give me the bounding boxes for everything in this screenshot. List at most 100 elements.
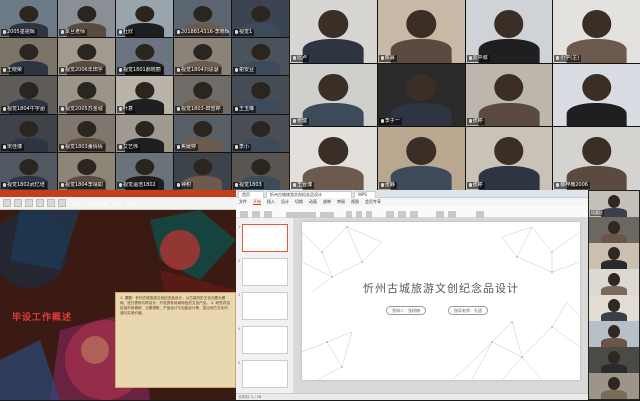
- participant-tile[interactable]: 云中城: [465, 0, 553, 63]
- person-head: [250, 82, 271, 99]
- participant-tile[interactable]: 本旦老师: [58, 0, 115, 38]
- participant-tile[interactable]: 视觉1804李靖如: [58, 152, 115, 190]
- participant-tile[interactable]: 宋佳博: [0, 114, 57, 152]
- participant-tile[interactable]: 叶意: [116, 76, 173, 114]
- main-slide[interactable]: 忻州古城旅游文创纪念品设计 答辩人：张树楠 指导老师：孔甜: [302, 222, 580, 380]
- side-participant-tile[interactable]: [589, 295, 639, 321]
- participant-tile[interactable]: 视觉2005苏金城: [58, 76, 115, 114]
- menu-item[interactable]: 开始: [253, 199, 261, 205]
- participant-tile[interactable]: 视觉1801郝晓丽: [116, 38, 173, 76]
- arrange-button[interactable]: [58, 199, 66, 207]
- participant-tile[interactable]: 2005墨铭辉: [0, 0, 57, 38]
- menu-item[interactable]: 插入: [267, 199, 275, 204]
- new-slide-button[interactable]: [14, 199, 22, 207]
- mic-icon: [293, 119, 296, 124]
- menu-item[interactable]: 审阅: [337, 199, 345, 204]
- participant-tile[interactable]: 李小: [232, 114, 289, 152]
- menu-item[interactable]: 视图: [351, 199, 359, 204]
- ppt-tab[interactable]: 幻灯片放映: [84, 200, 110, 207]
- participant-tile[interactable]: 张静: [377, 127, 465, 190]
- participant-tile[interactable]: 比卢: [290, 0, 377, 63]
- participant-tile[interactable]: 郝梓楠2006: [553, 127, 640, 190]
- mic-icon: [235, 106, 238, 111]
- participant-tile[interactable]: 艾艺伟: [116, 114, 173, 152]
- paragraph-button[interactable]: [36, 199, 44, 207]
- participant-tile[interactable]: 谢安业: [232, 38, 289, 76]
- participant-tile[interactable]: 张健: [290, 63, 377, 127]
- mic-icon: [61, 183, 64, 187]
- participant-tile[interactable]: 视觉1802武忆培: [0, 152, 57, 190]
- person-body: [566, 102, 627, 127]
- participant-tile[interactable]: 视觉2006年田宇: [58, 38, 115, 76]
- slide-thumbnail[interactable]: 2: [238, 258, 288, 286]
- slide-thumbnail[interactable]: 3: [238, 292, 288, 320]
- ppt-tab[interactable]: 动画: [70, 200, 84, 207]
- slide-thumbnail[interactable]: 4: [238, 326, 288, 354]
- participant-tile[interactable]: 杜欣: [116, 0, 173, 38]
- person-head: [250, 120, 271, 137]
- menu-item[interactable]: 动画: [309, 199, 317, 204]
- participant-tile[interactable]: 陈寡: [377, 0, 465, 63]
- menu-item[interactable]: 会员专享: [365, 199, 381, 204]
- slide-thumbnail[interactable]: 5: [238, 360, 288, 388]
- person-head: [608, 273, 620, 286]
- participant-tile[interactable]: 2018814316-李晓辉: [174, 0, 231, 38]
- side-participant-tile[interactable]: [589, 373, 639, 399]
- person-head: [250, 5, 271, 23]
- wps-share-window: 首页 忻州古城旅游文创纪念品设计 WPS 文件 开始 插入 设计 切换 动画 放映 审阅 视图 会员专…: [236, 190, 588, 400]
- slide-thumbnail[interactable]: 1: [238, 224, 288, 252]
- participant-name: 视觉1803-田雪婷: [175, 105, 223, 113]
- slide-canvas: 忻州古城旅游文创纪念品设计 答辩人：张树楠 指导老师：孔甜: [294, 218, 588, 393]
- participant-tile[interactable]: 视觉1803-田雪婷: [174, 76, 231, 114]
- participant-name: 2018814316-李晓辉: [175, 29, 230, 37]
- participant-tile[interactable]: 王玉琳: [232, 76, 289, 114]
- mic-icon: [119, 106, 122, 111]
- participant-tile[interactable]: 张婷: [465, 127, 553, 190]
- ppt-tab[interactable]: 审阅: [110, 200, 124, 207]
- side-participant-tile[interactable]: [589, 217, 639, 243]
- document-tab[interactable]: WPS: [354, 191, 376, 198]
- menu-item[interactable]: 文件: [239, 199, 247, 204]
- participant-tile[interactable]: 王晓荣: [0, 38, 57, 76]
- participant-tile[interactable]: [553, 63, 640, 127]
- participant-tile[interactable]: 视觉1803董倩倩: [58, 114, 115, 152]
- participant-tile[interactable]: 视觉1803: [232, 152, 289, 190]
- participant-name-text: 视觉1804李靖如: [65, 182, 103, 188]
- side-participant-tile[interactable]: [589, 243, 639, 269]
- side-participant-tile[interactable]: [589, 347, 639, 373]
- participant-tile[interactable]: 视觉1804牛宇涵: [0, 76, 57, 114]
- shapes-button[interactable]: [47, 199, 55, 207]
- participant-tile[interactable]: 钟积: [174, 152, 231, 190]
- participant-name: 张婷: [466, 182, 485, 189]
- mic-icon: [177, 144, 180, 149]
- participant-tile[interactable]: 张婷: [465, 63, 553, 127]
- menu-item[interactable]: 设计: [281, 199, 289, 204]
- person-head: [581, 137, 612, 165]
- participant-name-text: 王玉琳: [239, 105, 255, 112]
- side-participant-tile[interactable]: [589, 321, 639, 347]
- font-button[interactable]: [25, 199, 33, 207]
- participant-name-text: 视觉温浩1802: [123, 182, 156, 188]
- mic-icon: [177, 68, 180, 73]
- participant-tile[interactable]: 小学(主): [553, 0, 640, 63]
- menu-item[interactable]: 放映: [323, 199, 331, 204]
- side-participant-tile[interactable]: 段嘉桂: [589, 191, 639, 217]
- document-tab[interactable]: 忻州古城旅游文创纪念品设计: [266, 191, 352, 198]
- thumb-number: 5: [238, 361, 241, 365]
- author-pill: 答辩人：张树楠: [386, 306, 426, 315]
- paste-button[interactable]: [3, 199, 11, 207]
- participant-tile[interactable]: 焦媛婷: [174, 114, 231, 152]
- menu-item[interactable]: 切换: [295, 199, 303, 204]
- participant-tile[interactable]: 李子一: [377, 63, 465, 127]
- participant-tile[interactable]: 视觉1: [232, 0, 289, 38]
- document-tab[interactable]: 首页: [238, 191, 264, 198]
- side-participant-tile[interactable]: [589, 269, 639, 295]
- ppt-tab[interactable]: 视图: [124, 200, 138, 207]
- participant-tile[interactable]: 视觉温浩1802: [116, 152, 173, 190]
- person-head: [76, 82, 97, 99]
- mic-icon: [177, 30, 180, 35]
- participant-tile[interactable]: 王晋博: [290, 127, 377, 190]
- participant-name: 钟积: [175, 182, 194, 189]
- participant-tile[interactable]: 视觉1804刘思瑟: [174, 38, 231, 76]
- participant-name: 王玉琳: [233, 105, 257, 113]
